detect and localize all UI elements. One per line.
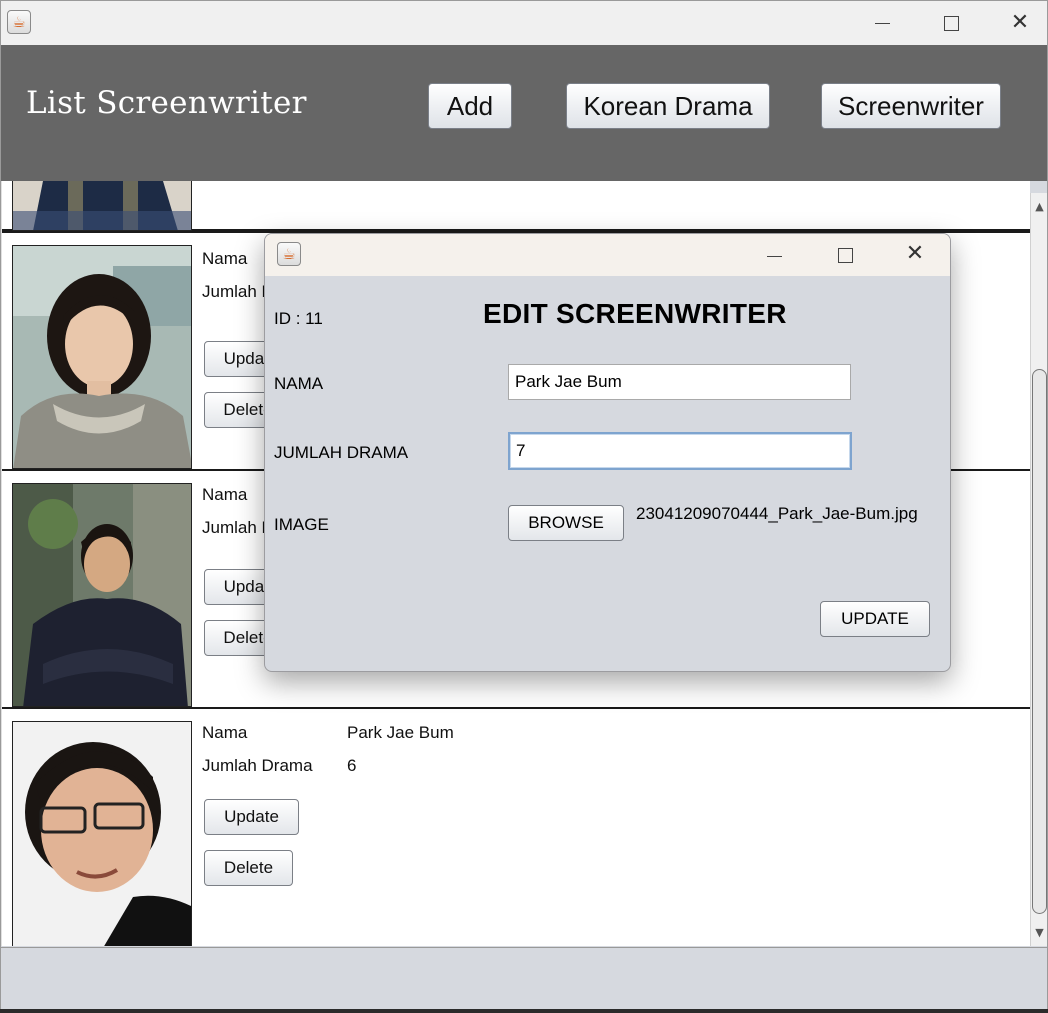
screenwriter-button[interactable]: Screenwriter [821,83,1001,129]
screenwriter-photo [12,245,192,469]
dialog-titlebar[interactable]: ☕ ✕ [265,234,950,276]
nama-label: Nama [202,249,248,268]
add-button[interactable]: Add [428,83,512,129]
list-item [2,181,1030,231]
page-title: List Screenwriter [26,85,307,121]
minimize-icon[interactable] [859,1,905,45]
update-button[interactable]: Update [204,799,299,835]
java-cup-icon: ☕ [7,10,31,34]
vertical-scrollbar[interactable]: ▲ ▼ [1030,193,1047,946]
korean-drama-button[interactable]: Korean Drama [566,83,770,129]
list-item: Nama Park Jae Bum Jumlah Drama 6 Update … [2,709,1030,946]
java-cup-icon: ☕ [277,242,301,266]
jumlah-drama-label: Jumlah Drama [202,756,313,775]
delete-button[interactable]: Delete [204,850,293,886]
maximize-icon[interactable] [821,234,867,275]
close-icon[interactable]: ✕ [997,1,1043,45]
window-titlebar[interactable]: ☕ ✕ [1,1,1047,45]
edit-screenwriter-dialog: ☕ ✕ ID : 11 EDIT SCREENWRITER NAMA JUMLA… [264,233,951,672]
scroll-thumb[interactable] [1032,369,1047,914]
nama-label: Nama [202,723,248,742]
dialog-heading: EDIT SCREENWRITER [483,298,787,329]
jumlah-drama-value: 6 [347,756,357,775]
id-label: ID : 11 [274,309,323,328]
nama-label: Nama [202,485,248,504]
close-icon[interactable]: ✕ [892,234,938,275]
header-bar: List Screenwriter Add Korean Drama Scree… [1,45,1047,181]
scroll-down-arrow-icon[interactable]: ▼ [1031,923,1048,943]
update-dialog-button[interactable]: UPDATE [820,601,930,637]
browse-button[interactable]: BROWSE [508,505,624,541]
jumlah-drama-input[interactable] [508,432,852,470]
image-field-label: IMAGE [274,515,329,534]
minimize-icon[interactable] [751,234,797,276]
screenwriter-photo [12,181,192,231]
screenwriter-photo [12,721,192,946]
nama-input[interactable] [508,364,851,400]
footer-panel [1,947,1047,1009]
maximize-icon[interactable] [927,1,973,45]
screenwriter-photo [12,483,192,707]
image-filename: 23041209070444_Park_Jae-Bum.jpg [636,504,918,523]
nama-value: Park Jae Bum [347,723,454,742]
jumlah-drama-field-label: JUMLAH DRAMA [274,443,409,462]
nama-field-label: NAMA [274,374,324,393]
scroll-up-arrow-icon[interactable]: ▲ [1031,197,1048,217]
